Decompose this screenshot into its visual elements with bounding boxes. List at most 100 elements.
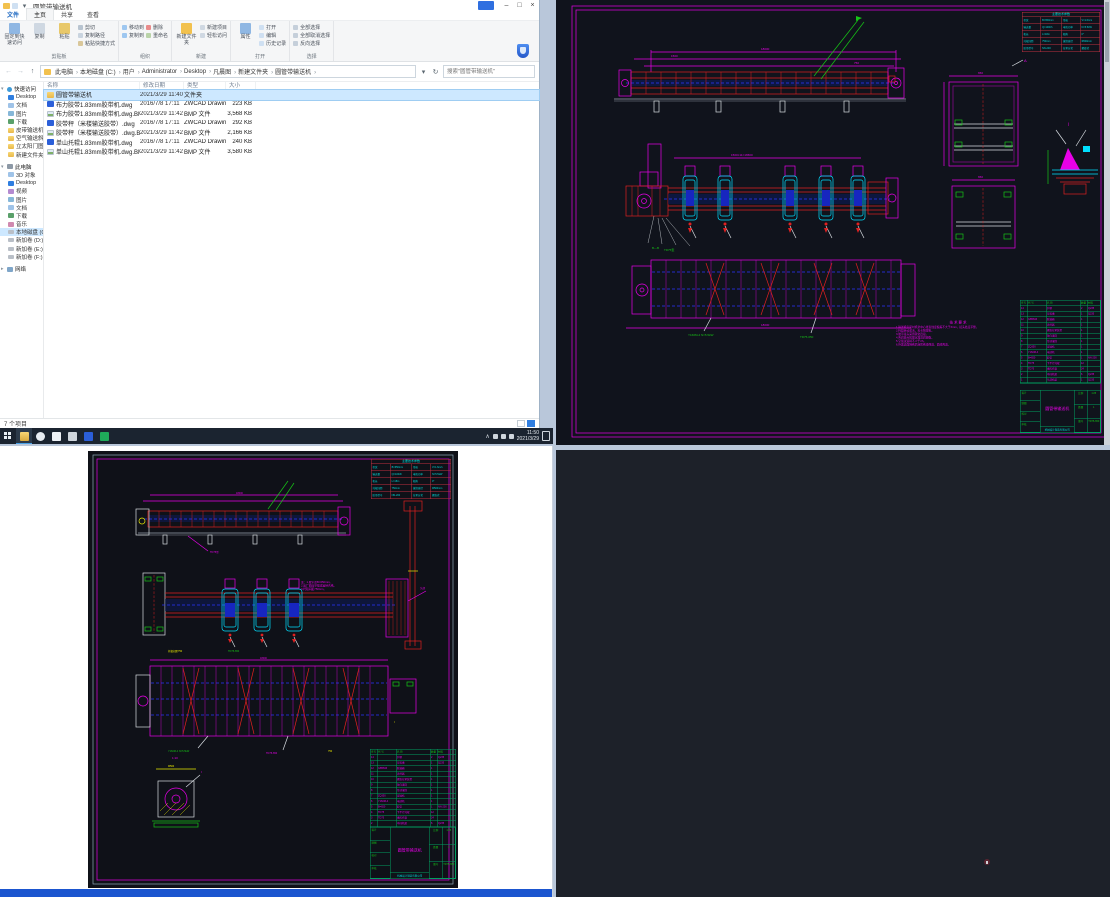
sidebar-item-folder[interactable]: 立太阳门图纸 [0,142,43,150]
minimize-button[interactable]: – [500,0,513,11]
sidebar-item-pictures[interactable]: 图片 [0,195,43,203]
screen-bottom-right-empty[interactable] [556,450,1110,897]
tray-icon[interactable] [501,434,506,439]
forward-button[interactable]: → [16,68,25,75]
file-row[interactable]: 布力胶带1.83mm胶带机.dwg2016/7/8 17:11ZWCAD Dra… [44,100,539,110]
notification-center-icon[interactable] [542,431,550,441]
taskbar-app-3[interactable] [64,428,80,444]
svg-text:1:10: 1:10 [172,756,178,760]
sidebar-item-volume-e[interactable]: 新加卷 (E:) [0,245,43,253]
tray-chevron-icon[interactable]: ∧ [485,433,489,440]
sidebar-item-videos[interactable]: 视频 [0,187,43,195]
search-input[interactable] [443,65,535,78]
breadcrumb-segment[interactable]: Administrator [141,69,183,75]
sidebar-item-documents[interactable]: 文档 [0,204,43,212]
address-dropdown-icon[interactable]: ▾ [419,68,428,76]
tab-share[interactable]: 共享 [54,9,80,20]
screen-top-right-cad[interactable]: 18000 1500 750 [556,0,1110,445]
breadcrumb-segment[interactable]: 圆管带输送机 [274,67,317,76]
tab-home[interactable]: 主页 [26,8,54,20]
quick-access-toolbar-icon[interactable] [12,3,18,9]
column-size[interactable]: 大小 [226,82,256,89]
sidebar-item-folder[interactable]: 空气输送斜槽设计 [0,134,43,142]
column-date[interactable]: 修改日期 [140,82,184,89]
copy-path-button[interactable]: 复制路径 [78,32,115,39]
copy-to-button[interactable]: 复制到 [122,32,144,39]
tab-view[interactable]: 查看 [80,9,106,20]
sidebar-item-folder[interactable]: 新建文件夹 [0,151,43,159]
taskbar-app-1[interactable] [32,428,48,444]
sidebar-item-downloads[interactable]: 下载 [0,118,43,126]
sidebar-network[interactable]: 网络 [0,265,43,273]
sidebar-item-pictures[interactable]: 图片 [0,110,43,118]
delete-button[interactable]: 删除 [146,24,168,31]
sidebar-item-downloads[interactable]: 下载 [0,212,43,220]
file-row[interactable]: 胶带秤（米楼输送胶带）.dwg2016/7/8 17:11ZWCAD Drawi… [44,119,539,129]
cut-button[interactable]: 剪切 [78,24,115,31]
column-name[interactable]: 名称 [44,82,140,89]
viewer-taskbar-strip[interactable] [0,889,553,897]
screen-bottom-left-viewer[interactable]: 18000 [0,446,553,897]
cad-image[interactable]: 18000 [88,451,458,888]
rename-button[interactable]: 重命名 [146,32,168,39]
sidebar-item-desktop[interactable]: Desktop [0,179,43,187]
taskbar-explorer[interactable] [16,428,32,444]
file-row[interactable]: 布力胶带1.83mm胶带机.dwg.BMP2021/3/29 11:42BMP … [44,109,539,119]
paste-shortcut-button[interactable]: 粘贴快捷方式 [78,40,115,47]
tray-icon[interactable] [509,434,514,439]
breadcrumb-segment[interactable]: 用户 [122,67,141,76]
list-view-toggle[interactable] [517,420,525,427]
sidebar-item-folder[interactable]: 皮带输送机布置图 [0,126,43,134]
file-row[interactable]: 单山托辊1.83mm胶带机.dwg2016/7/8 17:11ZWCAD Dra… [44,138,539,148]
open-button[interactable]: 打开 [259,24,286,31]
close-button[interactable]: × [526,0,539,11]
column-type[interactable]: 类型 [184,82,226,89]
new-folder-button[interactable]: 新建文件夹 [175,22,198,46]
sidebar-quick-access[interactable]: 快速访问 [0,85,43,93]
breadcrumb-segment[interactable]: Desktop [183,69,212,75]
sidebar-item-volume-d[interactable]: 新加卷 (D:) [0,236,43,244]
tray-icon[interactable] [493,434,498,439]
start-button[interactable] [0,428,16,444]
maximize-button[interactable]: □ [513,0,526,11]
edit-button[interactable]: 编辑 [259,32,286,39]
taskbar-app-2[interactable] [48,428,64,444]
sidebar-item-3d-objects[interactable]: 3D 对象 [0,171,43,179]
history-button[interactable]: 历史记录 [259,40,286,47]
titlebar-blue-icon[interactable] [478,1,494,10]
refresh-icon[interactable]: ↻ [431,68,440,76]
back-button[interactable]: ← [4,68,13,75]
pin-to-quick-access-button[interactable]: 固定到快速访问 [3,22,26,46]
select-all-button[interactable]: 全部选择 [293,24,330,31]
viewer-scrollbar[interactable] [1104,0,1110,445]
file-row[interactable]: 单山托辊1.83mm胶带机.dwg.BMP2021/3/29 11:42BMP … [44,147,539,157]
sidebar-item-volume-f[interactable]: 新加卷 (F:) [0,253,43,261]
move-to-button[interactable]: 移动到 [122,24,144,31]
floating-shield-icon[interactable] [517,44,529,58]
up-button[interactable]: ↑ [28,68,37,75]
new-item-button[interactable]: 新建项目 [200,24,227,31]
properties-button[interactable]: 属性 [234,22,257,41]
sidebar-item-documents[interactable]: 文档 [0,101,43,109]
file-row[interactable]: 圆管带输送机2021/3/29 11:40文件夹 [44,90,539,100]
breadcrumb-segment[interactable]: 新建文件夹 [237,67,274,76]
paste-button[interactable]: 粘贴 [53,22,76,41]
breadcrumb-segment[interactable]: 本地磁盘 (C:) [79,67,122,76]
sidebar-item-local-disk-c[interactable]: 本地磁盘 (C:) [0,228,43,236]
sidebar-this-pc[interactable]: 此电脑 [0,163,43,171]
copy-button[interactable]: 复制 [28,22,51,41]
breadcrumb-segment[interactable]: 凡晨图 [212,67,237,76]
breadcrumb-segment[interactable]: 此电脑 [54,67,79,76]
invert-selection-button[interactable]: 反向选择 [293,40,330,47]
sidebar-item-music[interactable]: 音乐 [0,220,43,228]
tab-file[interactable]: 文件 [0,9,26,20]
details-view-toggle[interactable] [527,420,535,427]
taskbar-app-4[interactable] [96,428,112,444]
taskbar-clock[interactable]: 11:50 2021/3/29 [517,430,539,442]
easy-access-button[interactable]: 轻松访问 [200,32,227,39]
breadcrumb[interactable]: 此电脑 本地磁盘 (C:) 用户 Administrator Desktop 凡… [40,65,416,78]
file-row[interactable]: 胶带秤（米楼输送胶带）.dwg.BMP2021/3/29 11:42BMP 文件… [44,128,539,138]
sidebar-item-desktop[interactable]: Desktop [0,93,43,101]
select-none-button[interactable]: 全部取消选择 [293,32,330,39]
taskbar-zwcad[interactable] [80,428,96,444]
